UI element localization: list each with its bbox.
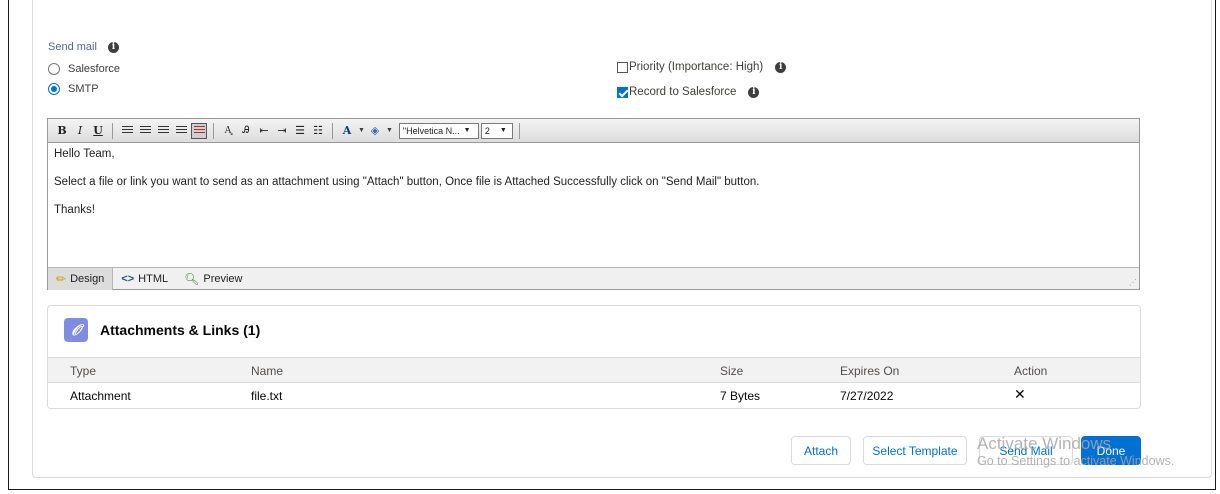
record-to-salesforce-checkbox[interactable] [617, 86, 628, 98]
underline-button[interactable]: U [90, 123, 106, 139]
cell-name: file.txt [251, 389, 283, 403]
font-size-value: 2 [484, 125, 490, 136]
bold-button[interactable]: B [54, 123, 70, 139]
table-header: Type Name Size Expires On Action [48, 357, 1140, 383]
select-template-button[interactable]: Select Template [863, 436, 967, 465]
radio-smtp[interactable]: SMTP [48, 83, 99, 95]
table-row: Attachment file.txt 7 Bytes 7/27/2022 ✕ [48, 383, 1140, 409]
magnifier-icon: 🔍︎ [184, 271, 200, 286]
send-mail-button[interactable]: Send Mail [979, 436, 1073, 465]
rich-text-editor: B I U A͓ Ꭿ ⇤ ⇥ ☰ ☷ A ▼ ◈ ▼ "Helvetica N.… [47, 118, 1140, 290]
column-header-name: Name [251, 364, 284, 378]
priority-checkbox[interactable] [617, 61, 628, 73]
font-family-select[interactable]: "Helvetica N... ▼ [398, 122, 479, 139]
cell-expires: 7/27/2022 [840, 389, 894, 403]
align-left-icon[interactable] [119, 123, 135, 139]
info-icon[interactable]: i [748, 86, 760, 98]
attachments-card: 𝒪 Attachments & Links (1) Type Name Size… [47, 305, 1141, 409]
justify-full-icon[interactable] [191, 122, 207, 139]
indent-icon[interactable]: ⇥ [274, 123, 290, 139]
justify-icon[interactable] [173, 123, 189, 139]
toolbar-divider [332, 122, 333, 139]
chevron-down-icon: ▼ [499, 127, 507, 134]
subscript-icon[interactable]: Ꭿ [238, 123, 254, 139]
radio-label-smtp: SMTP [68, 83, 99, 95]
toolbar-divider [213, 122, 214, 139]
font-size-select[interactable]: 2 ▼ [480, 122, 513, 139]
radio-label-salesforce: Salesforce [68, 63, 120, 75]
record-checkbox-label: Record to Salesforce [629, 86, 737, 98]
editor-toolbar: B I U A͓ Ꭿ ⇤ ⇥ ☰ ☷ A ▼ ◈ ▼ "Helvetica N.… [48, 119, 1139, 143]
align-right-icon[interactable] [155, 123, 171, 139]
column-header-type: Type [70, 364, 97, 378]
font-family-value: "Helvetica N... [402, 125, 460, 136]
attachments-header: 𝒪 Attachments & Links (1) [64, 318, 260, 342]
tab-preview[interactable]: 🔍︎ Preview [176, 268, 250, 290]
unordered-list-icon[interactable]: ☷ [310, 123, 326, 139]
tab-html-label: HTML [138, 272, 169, 285]
toolbar-divider [518, 122, 520, 139]
align-center-icon[interactable] [137, 123, 153, 139]
attachments-title: Attachments & Links (1) [100, 322, 261, 338]
radio-button-salesforce[interactable] [48, 63, 60, 75]
record-checkbox-row[interactable]: Record to Salesforce i [617, 86, 760, 98]
radio-salesforce[interactable]: Salesforce [48, 63, 120, 75]
tab-design[interactable]: ✏ Design [48, 267, 114, 290]
toolbar-divider [112, 122, 113, 139]
column-header-size: Size [720, 364, 744, 378]
resize-grip-icon[interactable]: ⋰ [1129, 278, 1137, 287]
font-color-icon[interactable]: A [339, 123, 355, 139]
pencil-icon: ✏ [56, 271, 67, 286]
email-body-line: Select a file or link you want to send a… [54, 176, 760, 188]
column-header-expires: Expires On [840, 364, 900, 378]
chevron-down-icon: ▼ [463, 127, 471, 134]
email-closing: Thanks! [54, 204, 95, 216]
chevron-down-icon[interactable]: ▼ [386, 127, 393, 134]
cell-type: Attachment [70, 389, 131, 403]
code-icon: <> [121, 272, 135, 285]
send-mail-label-text: Send mail [48, 41, 97, 53]
chevron-down-icon[interactable]: ▼ [358, 127, 365, 134]
info-icon[interactable]: i [775, 61, 787, 73]
tab-design-label: Design [70, 272, 105, 285]
tab-html[interactable]: <> HTML [113, 268, 176, 290]
email-greeting: Hello Team, [54, 148, 115, 160]
cell-size: 7 Bytes [720, 389, 761, 403]
priority-checkbox-row[interactable]: Priority (Importance: High) i [617, 61, 787, 73]
radio-button-smtp[interactable] [48, 83, 60, 95]
editor-content[interactable]: Hello Team, Select a file or link you wa… [48, 143, 1139, 267]
tab-preview-label: Preview [203, 272, 243, 285]
outdent-icon[interactable]: ⇤ [256, 123, 272, 139]
editor-mode-tabs: ✏ Design <> HTML 🔍︎ Preview ⋰ [48, 267, 1139, 290]
priority-checkbox-label: Priority (Importance: High) [629, 61, 764, 73]
paperclip-icon: 𝒪 [64, 318, 88, 342]
attach-button[interactable]: Attach [791, 436, 851, 465]
superscript-icon[interactable]: A͓ [220, 123, 236, 139]
ordered-list-icon[interactable]: ☰ [292, 123, 308, 139]
send-mail-label: Send mail i [48, 41, 119, 53]
remove-attachment-icon[interactable]: ✕ [1014, 386, 1026, 403]
info-icon[interactable]: i [107, 41, 119, 53]
done-button[interactable]: Done [1081, 436, 1141, 465]
highlight-color-icon[interactable]: ◈ [367, 123, 383, 139]
column-header-action: Action [1014, 364, 1048, 378]
italic-button[interactable]: I [72, 123, 88, 139]
